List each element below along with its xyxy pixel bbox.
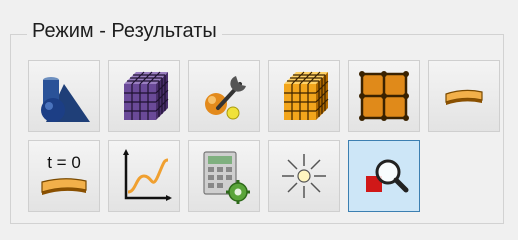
mesh-cube-purple-icon (124, 71, 169, 120)
sun-light-icon (282, 154, 326, 198)
light-button[interactable] (268, 140, 340, 212)
grid-nodes-button[interactable] (348, 60, 420, 132)
geometry-shapes-icon (41, 77, 90, 122)
group-title: Режим - Результаты (27, 18, 222, 44)
mesh-purple-button[interactable] (108, 60, 180, 132)
time-zero-button[interactable]: t = 0 (28, 140, 100, 212)
deformed-beam-button[interactable] (428, 60, 500, 132)
time-zero-beam-icon: t = 0 (41, 153, 87, 195)
mesh-orange-button[interactable] (268, 60, 340, 132)
calculator-gear-icon (203, 151, 250, 204)
xy-graph-button[interactable] (108, 140, 180, 212)
geometry-button[interactable] (28, 60, 100, 132)
tools-button[interactable] (188, 60, 260, 132)
inspect-button[interactable] (348, 140, 420, 212)
time-zero-label: t = 0 (47, 153, 81, 172)
tools-wrench-icon (205, 76, 246, 120)
mesh-cube-orange-icon (284, 71, 329, 120)
deformed-beam-icon (445, 89, 483, 105)
magnifier-inspect-icon (366, 159, 409, 193)
grid-nodes-icon (359, 71, 409, 121)
xy-graph-icon (123, 149, 172, 201)
group-bottom-border (10, 223, 504, 224)
calculator-button[interactable] (188, 140, 260, 212)
